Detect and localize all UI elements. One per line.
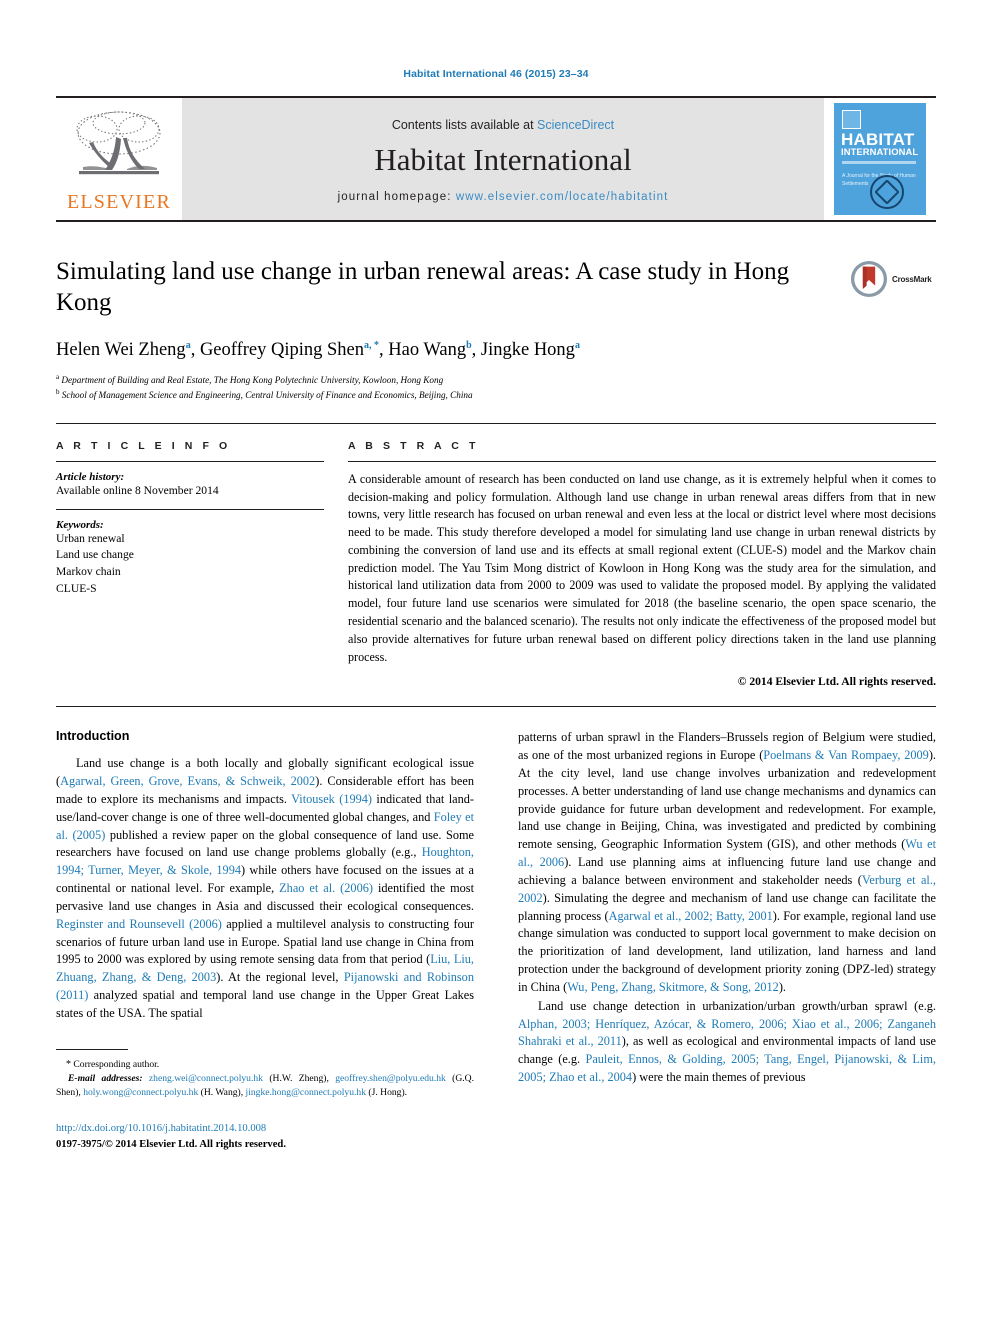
- article-info-rule: [56, 460, 324, 462]
- author-affiliation-mark: a: [185, 339, 191, 351]
- cover-title-line2: INTERNATIONAL: [841, 146, 919, 157]
- cover-elsevier-mark-icon: [842, 110, 861, 129]
- abstract-heading: A B S T R A C T: [348, 439, 479, 452]
- author-list: Helen Wei Zhenga, Geoffrey Qiping Shena,…: [56, 339, 580, 360]
- crossmark-label: CrossMark: [892, 274, 932, 284]
- sciencedirect-link[interactable]: ScienceDirect: [537, 118, 614, 132]
- journal-masthead: ELSEVIER Contents lists available at Sci…: [56, 96, 936, 222]
- corresponding-marker: *: [66, 1058, 71, 1070]
- introduction-heading: Introduction: [56, 729, 130, 744]
- author-name: Jingke Hong: [480, 340, 575, 360]
- journal-homepage-line: journal homepage: www.elsevier.com/locat…: [338, 191, 669, 203]
- journal-homepage-link[interactable]: www.elsevier.com/locate/habitatint: [456, 191, 669, 203]
- article-info-column: A R T I C L E I N F O Article history: A…: [56, 440, 348, 688]
- running-head: Habitat International 46 (2015) 23–34: [403, 68, 589, 80]
- doi-block: http://dx.doi.org/10.1016/j.habitatint.2…: [56, 1121, 474, 1153]
- intro-paragraph: Land use change is a both locally and gl…: [56, 756, 475, 1020]
- author-name: Geoffrey Qiping Shen: [199, 340, 365, 360]
- title-block: Simulating land use change in urban rene…: [56, 256, 936, 318]
- keywords-rule: [56, 508, 324, 510]
- affiliation-item: a Department of Building and Real Estate…: [56, 372, 936, 387]
- issn-copyright-line: 0197-3975/© 2014 Elsevier Ltd. All right…: [56, 1138, 286, 1150]
- author-affiliation-mark: b: [466, 339, 472, 351]
- keywords-group: Keywords: Urban renewal Land use change …: [56, 519, 324, 598]
- footnote-divider: [56, 1048, 128, 1050]
- author-item: Jingke Honga: [481, 340, 580, 360]
- publisher-block: ELSEVIER: [56, 98, 182, 220]
- article-history-label: Article history:: [56, 470, 125, 483]
- footnote-block: * Corresponding author. E-mail addresses…: [56, 1048, 474, 1153]
- body-columns: Introduction Land use change is a both l…: [56, 729, 936, 1152]
- author-name: Helen Wei Zheng: [56, 340, 186, 360]
- keyword-item: Land use change: [56, 548, 134, 562]
- section-divider: [56, 422, 936, 424]
- elsevier-tree-logo-icon: [76, 111, 161, 174]
- affiliation-list: a Department of Building and Real Estate…: [56, 372, 936, 403]
- author-item: Geoffrey Qiping Shena, *: [200, 340, 379, 360]
- crossmark-badge[interactable]: CrossMark: [850, 260, 936, 298]
- keyword-item: Markov chain: [56, 565, 121, 579]
- journal-title: Habitat International: [374, 141, 632, 177]
- crossmark-badge-icon: [850, 260, 888, 298]
- author-item: Hao Wangb: [388, 340, 471, 360]
- publisher-name: ELSEVIER: [66, 190, 172, 213]
- doi-link[interactable]: http://dx.doi.org/10.1016/j.habitatint.2…: [56, 1121, 474, 1137]
- habitat-circular-emblem-icon: [870, 175, 904, 209]
- homepage-prefix: journal homepage:: [337, 190, 456, 203]
- contents-available-line: Contents lists available at ScienceDirec…: [392, 118, 614, 132]
- keywords-label: Keywords:: [56, 518, 104, 531]
- affiliation-mark: a: [56, 373, 60, 382]
- masthead-center: Contents lists available at ScienceDirec…: [182, 98, 824, 220]
- journal-cover-thumbnail: HABITAT INTERNATIONAL A Journal for the …: [834, 103, 926, 215]
- intro-paragraph-continued: patterns of urban sprawl in the Flanders…: [518, 730, 936, 994]
- author-name: Hao Wang: [388, 340, 467, 360]
- affiliation-item: b School of Management Science and Engin…: [56, 387, 936, 402]
- keyword-item: Urban renewal: [56, 531, 125, 545]
- contents-prefix: Contents lists available at: [391, 117, 538, 132]
- abstract-bottom-divider: [56, 706, 936, 708]
- abstract-copyright: © 2014 Elsevier Ltd. All rights reserved…: [737, 675, 936, 689]
- article-history-value: Available online 8 November 2014: [56, 483, 219, 497]
- abstract-column: A B S T R A C T A considerable amount of…: [348, 440, 936, 688]
- corresponding-author-note: * Corresponding author.: [56, 1057, 474, 1072]
- info-abstract-row: A R T I C L E I N F O Article history: A…: [56, 440, 936, 688]
- page-title: Simulating land use change in urban rene…: [56, 258, 790, 316]
- article-history-group: Article history: Available online 8 Nove…: [56, 471, 324, 500]
- cover-divider: [842, 161, 916, 164]
- corresponding-text: Corresponding author.: [73, 1058, 160, 1070]
- abstract-rule: [348, 460, 936, 462]
- author-affiliation-mark: a, *: [364, 339, 380, 351]
- body-column-left: Introduction Land use change is a both l…: [56, 729, 474, 1152]
- article-info-heading: A R T I C L E I N F O: [56, 439, 231, 452]
- email-label: E-mail addresses:: [68, 1073, 143, 1085]
- body-column-right: patterns of urban sprawl in the Flanders…: [518, 729, 936, 1152]
- author-item: Helen Wei Zhenga: [56, 340, 191, 360]
- affiliation-text: School of Management Science and Enginee…: [61, 390, 473, 401]
- author-affiliation-mark: a: [574, 339, 580, 351]
- journal-cover-block: HABITAT INTERNATIONAL A Journal for the …: [824, 98, 936, 220]
- intro-paragraph: Land use change detection in urbanizatio…: [518, 998, 936, 1085]
- email-addresses-note: E-mail addresses: zheng.wei@connect.poly…: [56, 1072, 474, 1101]
- affiliation-text: Department of Building and Real Estate, …: [61, 375, 444, 386]
- abstract-text: A considerable amount of research has be…: [348, 471, 936, 664]
- keyword-item: CLUE-S: [56, 582, 97, 596]
- article-page: Habitat International 46 (2015) 23–34 EL…: [0, 0, 992, 1323]
- affiliation-mark: b: [56, 388, 60, 397]
